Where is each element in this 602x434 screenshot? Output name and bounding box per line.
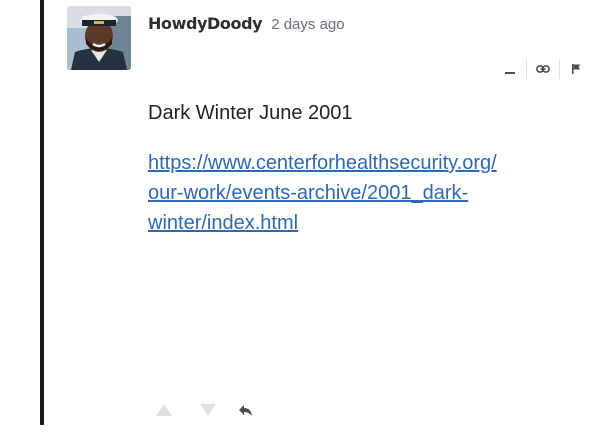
- flag-button[interactable]: [560, 58, 592, 80]
- downvote-button[interactable]: [197, 401, 219, 419]
- author-name[interactable]: HowdyDoody: [148, 14, 263, 33]
- permalink-button[interactable]: [527, 58, 559, 80]
- comment-link-line: winter/index.html: [148, 212, 299, 234]
- avatar[interactable]: [67, 6, 131, 70]
- comment-actions: [494, 58, 592, 80]
- comment-body: Dark Winter June 2001 https://www.center…: [148, 98, 598, 238]
- comment-header: HowdyDoody 2 days ago: [148, 14, 345, 33]
- reply-button[interactable]: [235, 400, 257, 420]
- thread-line: [40, 0, 44, 425]
- reply-icon: [239, 405, 252, 416]
- upvote-icon: [156, 404, 172, 416]
- collapse-button[interactable]: [494, 58, 526, 80]
- link-icon: [536, 65, 550, 73]
- comment-link-line: our-work/events-archive/2001_dark-: [148, 182, 469, 204]
- comment-link-paragraph: https://www.centerforhealthsecurity.org/…: [148, 148, 598, 238]
- avatar-image: [67, 6, 131, 70]
- comment-footer: [153, 400, 257, 420]
- minus-icon: [505, 72, 515, 74]
- comment-link[interactable]: https://www.centerforhealthsecurity.org/…: [148, 152, 497, 234]
- comment-timestamp[interactable]: 2 days ago: [271, 16, 344, 33]
- upvote-button[interactable]: [153, 401, 175, 419]
- flag-icon: [572, 64, 580, 74]
- comment-link-line: https://www.centerforhealthsecurity.org/: [148, 152, 497, 174]
- downvote-icon: [200, 404, 216, 416]
- comment-text: Dark Winter June 2001: [148, 102, 353, 124]
